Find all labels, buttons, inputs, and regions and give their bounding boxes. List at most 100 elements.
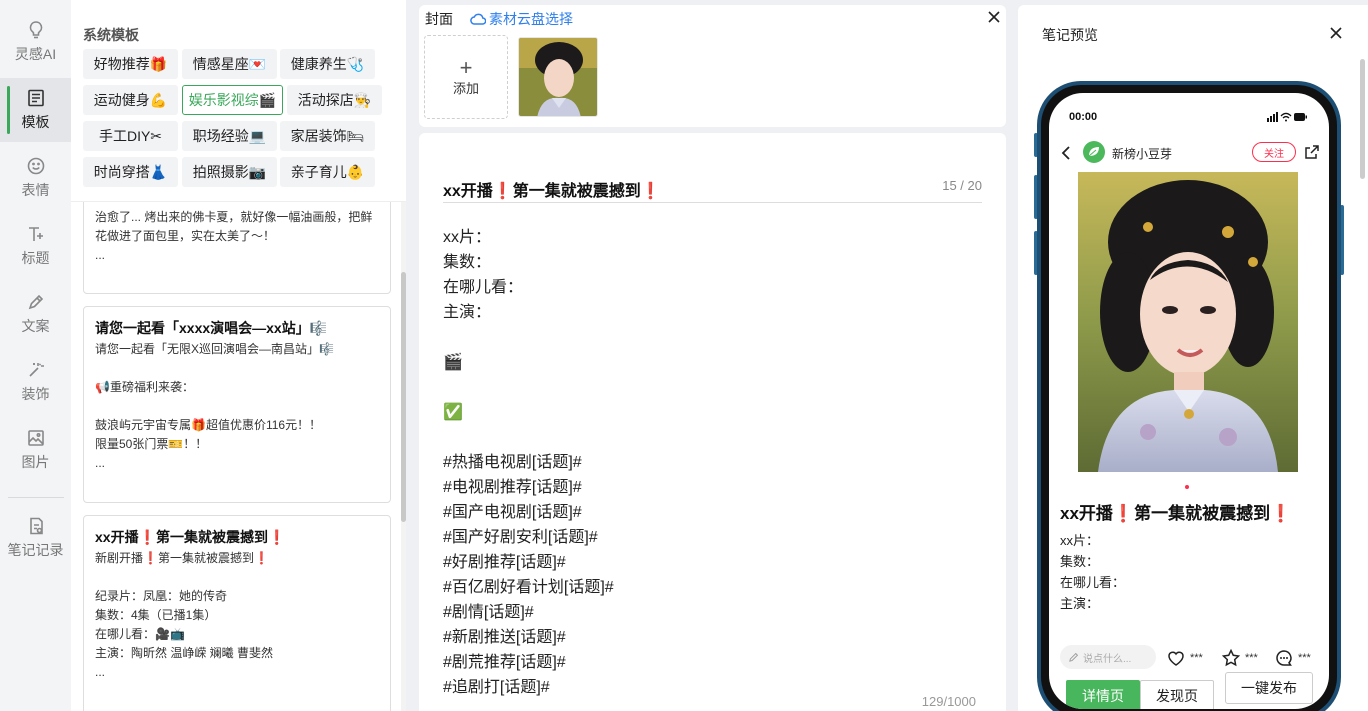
phone-screen: 00:00 新榜小豆芽 关注 xx开播❗第一集就被震撼到❗ xx片： 集数： 在… xyxy=(1049,93,1329,709)
template-scrollbar-thumb[interactable] xyxy=(401,272,406,522)
smiley-icon xyxy=(27,157,44,175)
one-click-publish-button[interactable]: 一键发布 xyxy=(1225,672,1313,704)
pen-icon xyxy=(28,294,43,310)
body-line: 集数： xyxy=(443,254,492,271)
follow-button[interactable]: 关注 xyxy=(1252,142,1296,162)
discover-page-button[interactable]: 发现页 xyxy=(1140,680,1214,709)
rail-item-image[interactable]: 图片 xyxy=(0,418,71,482)
star-icon xyxy=(1221,648,1241,667)
template-header: 系统模板 好物推荐🎁 情感星座💌 健康养生🩺 运动健身💪 娱乐影视综🎬 活动探店… xyxy=(71,0,406,202)
rail-label: 装饰 xyxy=(21,386,50,402)
collect-count: *** xyxy=(1245,652,1258,664)
rail-item-template[interactable]: 模板 xyxy=(0,78,71,142)
rail-item-decoration[interactable]: 装饰 xyxy=(0,350,71,414)
category-chip-selected[interactable]: 娱乐影视综🎬 xyxy=(182,85,283,115)
rail-item-title[interactable]: 标题 xyxy=(0,214,71,278)
card-text: 纪录片：凤凰：她的传奇 xyxy=(95,589,228,603)
card-blank-line xyxy=(95,359,379,378)
title-char-count: 15 / 20 xyxy=(942,178,982,193)
body-blank-line xyxy=(443,425,614,450)
status-time: 00:00 xyxy=(1069,111,1098,123)
note-body-textarea[interactable]: xx片： 集数： 在哪儿看： 主演： 🎬 ✅ #热播电视剧[话题]# #电视剧推… xyxy=(443,225,614,700)
cover-panel: 封面 素材云盘选择 + 添加 xyxy=(419,5,1006,127)
collect-button[interactable]: *** xyxy=(1221,648,1258,668)
template-card-concert[interactable]: 请您一起看「xxxx演唱会—xx站」🎼 请您一起看「无限X巡回演唱会—南昌站」🎼… xyxy=(83,306,391,503)
rail-label: 模板 xyxy=(21,114,50,130)
comment-input[interactable]: 说点什么... xyxy=(1060,645,1156,669)
rail-label: 文案 xyxy=(21,318,50,334)
add-cover-button[interactable]: + 添加 xyxy=(424,35,508,119)
comment-placeholder: 说点什么... xyxy=(1083,653,1132,665)
preview-note-body: xx片： 集数： 在哪儿看： 主演： xyxy=(1060,530,1125,614)
rail-item-emoji[interactable]: 表情 xyxy=(0,146,71,210)
card-text: 治愈了... 烤出来的佛卡夏，就好像一幅油画般，把鲜 xyxy=(95,210,373,224)
sparkle-icon xyxy=(28,363,44,377)
body-line: ✅ xyxy=(443,404,463,421)
cloud-material-link[interactable]: 素材云盘选择 xyxy=(470,9,573,29)
template-panel: 治愈了... 烤出来的佛卡夏，就好像一幅油画般，把鲜 花做进了面包里，实在太美了… xyxy=(71,0,406,711)
portrait-thumbnail-image xyxy=(519,38,597,116)
cover-thumbnail[interactable] xyxy=(518,37,598,117)
category-chip[interactable]: 好物推荐🎁 xyxy=(83,49,178,79)
card-text: ... xyxy=(95,456,106,470)
comment-button[interactable]: *** xyxy=(1274,648,1311,668)
card-blank-line xyxy=(95,568,379,587)
category-chip[interactable]: 活动探店👨‍🍳 xyxy=(287,85,382,115)
author-avatar[interactable] xyxy=(1083,141,1105,163)
card-title: xx开播❗第一集就被震撼到❗ xyxy=(95,529,286,545)
rail-label: 标题 xyxy=(21,250,50,266)
note-cover-image[interactable] xyxy=(1078,172,1298,472)
preview-title: 笔记预览 xyxy=(1042,27,1098,43)
preview-scrollbar[interactable] xyxy=(1360,59,1365,179)
rail-item-inspiration-ai[interactable]: 灵感AI xyxy=(0,10,71,74)
body-line: #国产好剧安利[话题]# xyxy=(443,529,598,546)
rail-label: 灵感AI xyxy=(14,46,57,62)
template-section-title: 系统模板 xyxy=(83,27,139,43)
rail-divider xyxy=(8,497,64,498)
category-chip[interactable]: 手工DIY✂ xyxy=(83,121,178,151)
share-icon[interactable] xyxy=(1304,144,1320,160)
body-line: 在哪儿看： xyxy=(443,279,524,296)
notes-icon xyxy=(29,517,43,535)
like-button[interactable]: *** xyxy=(1166,648,1203,668)
preview-body-line: xx片： xyxy=(1060,533,1100,548)
template-card-bakery[interactable]: 治愈了... 烤出来的佛卡夏，就好像一幅油画般，把鲜 花做进了面包里，实在太美了… xyxy=(83,196,391,294)
category-chip[interactable]: 时尚穿搭👗 xyxy=(83,157,178,187)
body-line: #好剧推荐[话题]# xyxy=(443,554,566,571)
card-text: ... xyxy=(95,248,106,262)
category-chip[interactable]: 拍照摄影📷 xyxy=(182,157,277,187)
back-arrow-icon[interactable] xyxy=(1059,145,1073,161)
left-rail: 灵感AI 模板 表情 标题 文案 装饰 图片 笔记记录 xyxy=(0,0,71,711)
rail-label: 表情 xyxy=(21,182,50,198)
phone-bezel: 00:00 新榜小豆芽 关注 xx开播❗第一集就被震撼到❗ xx片： 集数： 在… xyxy=(1041,85,1337,711)
close-icon[interactable] xyxy=(1326,23,1346,43)
detail-page-button[interactable]: 详情页 xyxy=(1066,680,1140,709)
body-line: #国产电视剧[话题]# xyxy=(443,504,582,521)
card-text: 在哪儿看：🎥📺 xyxy=(95,627,185,641)
category-chip[interactable]: 运动健身💪 xyxy=(83,85,178,115)
card-title: 请您一起看「xxxx演唱会—xx站」🎼 xyxy=(95,320,328,336)
category-chip[interactable]: 职场经验💻 xyxy=(182,121,277,151)
preview-body-line: 在哪儿看： xyxy=(1060,575,1126,590)
body-line: xx片： xyxy=(443,229,492,246)
rail-item-note-records[interactable]: 笔记记录 xyxy=(0,506,71,570)
card-text: 请您一起看「无限X巡回演唱会—南昌站」🎼 xyxy=(95,342,334,356)
category-chip[interactable]: 家居装饰🛏 xyxy=(280,121,375,151)
close-icon[interactable] xyxy=(984,7,1004,27)
body-blank-line xyxy=(443,325,614,350)
card-text: 限量50张门票🎫！！ xyxy=(95,437,208,451)
category-chip[interactable]: 情感星座💌 xyxy=(182,49,277,79)
card-text: 鼓浪屿元宇宙专属🎁超值优惠价116元！！ xyxy=(95,418,322,432)
category-chip[interactable]: 亲子育儿👶 xyxy=(280,157,375,187)
title-icon xyxy=(28,227,43,241)
category-chip[interactable]: 健康养生🩺 xyxy=(280,49,375,79)
body-line: #追剧打[话题]# xyxy=(443,679,550,696)
template-card-drama[interactable]: xx开播❗第一集就被震撼到❗ 新剧开播❗第一集就被震撼到❗ 纪录片：凤凰：她的传… xyxy=(83,515,391,711)
note-title-input[interactable]: xx开播❗第一集就被震撼到❗ xyxy=(443,177,661,201)
preview-body-line: 集数： xyxy=(1060,554,1100,569)
template-icon xyxy=(27,89,44,107)
rail-item-copywriting[interactable]: 文案 xyxy=(0,282,71,346)
rail-label: 笔记记录 xyxy=(7,542,64,558)
cloud-link-label: 素材云盘选择 xyxy=(489,11,573,27)
author-name[interactable]: 新榜小豆芽 xyxy=(1112,145,1172,162)
